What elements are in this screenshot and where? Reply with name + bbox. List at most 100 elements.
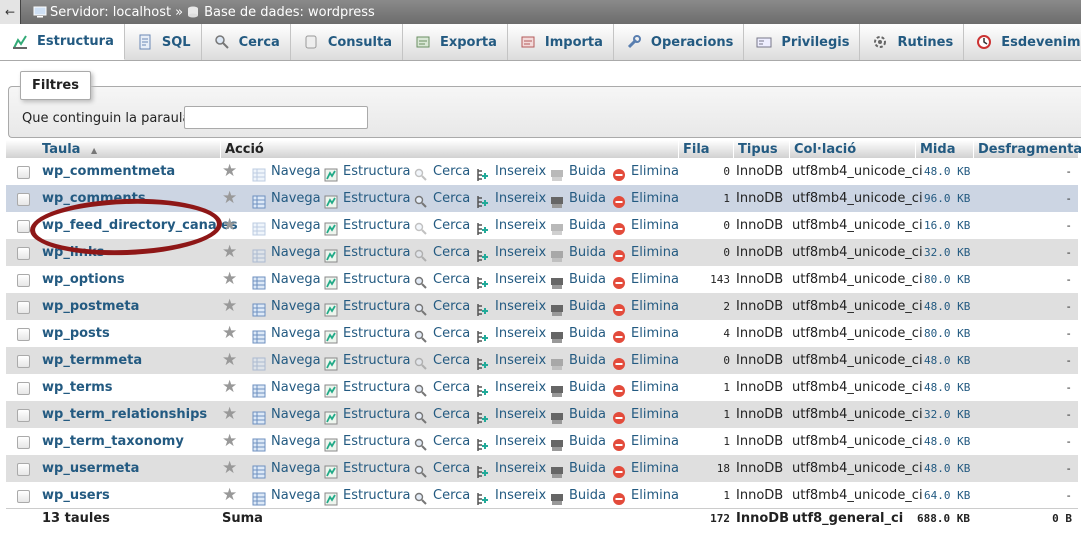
table-size[interactable]: 80.0 KB <box>924 266 970 293</box>
row-checkbox[interactable] <box>17 490 30 503</box>
row-checkbox[interactable] <box>17 355 30 368</box>
tab-exporta[interactable]: Exporta <box>403 24 508 60</box>
action-browse-link[interactable]: Navega <box>252 293 321 320</box>
table-size[interactable]: 48.0 KB <box>924 428 970 455</box>
collation[interactable]: utf8mb4_unicode_ci <box>792 158 923 185</box>
action-structure-link[interactable]: Estructura <box>324 374 410 401</box>
action-insert-link[interactable]: Insereix <box>476 293 546 320</box>
action-search-link[interactable]: Cerca <box>414 428 470 455</box>
tab-importa[interactable]: Importa <box>508 24 614 60</box>
favorite-star-icon[interactable]: ★ <box>222 320 237 347</box>
action-empty-link[interactable]: Buida <box>550 455 606 482</box>
collation[interactable]: utf8mb4_unicode_ci <box>792 293 923 320</box>
table-size[interactable]: 48.0 KB <box>924 158 970 185</box>
table-row[interactable]: wp_termmeta ★ Navega Estructura Cerca Inserei… <box>6 347 1078 374</box>
collation[interactable]: utf8mb4_unicode_ci <box>792 428 923 455</box>
action-structure-link[interactable]: Estructura <box>324 293 410 320</box>
table-row[interactable]: wp_term_relationships ★ Navega Estructura Ce… <box>6 401 1078 428</box>
action-empty-link[interactable]: Buida <box>550 347 606 374</box>
table-name-link[interactable]: wp_terms <box>42 374 113 401</box>
breadcrumb-database[interactable]: Base de dades: wordpress <box>204 5 375 20</box>
tab-sql[interactable]: SQL <box>125 24 202 60</box>
favorite-star-icon[interactable]: ★ <box>222 185 237 212</box>
action-structure-link[interactable]: Estructura <box>324 212 410 239</box>
action-structure-link[interactable]: Estructura <box>324 455 410 482</box>
action-structure-link[interactable]: Estructura <box>324 185 410 212</box>
collation[interactable]: utf8mb4_unicode_ci <box>792 185 923 212</box>
column-header-table[interactable]: Taula ▲ <box>38 140 220 160</box>
action-insert-link[interactable]: Insereix <box>476 455 546 482</box>
action-insert-link[interactable]: Insereix <box>476 374 546 401</box>
action-browse-link[interactable]: Navega <box>252 482 321 509</box>
action-drop-link[interactable]: Elimina <box>612 239 679 266</box>
column-header-type[interactable]: Tipus <box>733 140 789 160</box>
table-name-link[interactable]: wp_postmeta <box>42 293 139 320</box>
table-name-link[interactable]: wp_usermeta <box>42 455 139 482</box>
action-insert-link[interactable]: Insereix <box>476 266 546 293</box>
action-browse-link[interactable]: Navega <box>252 455 321 482</box>
action-drop-link[interactable]: Elimina <box>612 374 679 401</box>
table-size[interactable]: 32.0 KB <box>924 239 970 266</box>
table-row[interactable]: wp_postmeta ★ Navega Estructura Cerca Inserei… <box>6 293 1078 320</box>
action-structure-link[interactable]: Estructura <box>324 266 410 293</box>
action-empty-link[interactable]: Buida <box>550 401 606 428</box>
action-structure-link[interactable]: Estructura <box>324 401 410 428</box>
collation[interactable]: utf8mb4_unicode_ci <box>792 374 923 401</box>
filter-input[interactable] <box>184 106 368 129</box>
action-browse-link[interactable]: Navega <box>252 320 321 347</box>
column-header-collation[interactable]: Col·lació <box>789 140 915 160</box>
collation[interactable]: utf8mb4_unicode_ci <box>792 212 923 239</box>
collation[interactable]: utf8mb4_unicode_ci <box>792 320 923 347</box>
action-empty-link[interactable]: Buida <box>550 185 606 212</box>
favorite-star-icon[interactable]: ★ <box>222 428 237 455</box>
row-checkbox[interactable] <box>17 301 30 314</box>
action-search-link[interactable]: Cerca <box>414 185 470 212</box>
action-insert-link[interactable]: Insereix <box>476 347 546 374</box>
table-row[interactable]: wp_options ★ Navega Estructura Cerca Insereix… <box>6 266 1078 293</box>
action-drop-link[interactable]: Elimina <box>612 455 679 482</box>
action-empty-link[interactable]: Buida <box>550 320 606 347</box>
favorite-star-icon[interactable]: ★ <box>222 347 237 374</box>
table-size[interactable]: 48.0 KB <box>924 293 970 320</box>
action-browse-link[interactable]: Navega <box>252 374 321 401</box>
action-browse-link[interactable]: Navega <box>252 158 321 185</box>
action-empty-link[interactable]: Buida <box>550 212 606 239</box>
table-name-link[interactable]: wp_options <box>42 266 125 293</box>
favorite-star-icon[interactable]: ★ <box>222 401 237 428</box>
action-drop-link[interactable]: Elimina <box>612 185 679 212</box>
collation[interactable]: utf8mb4_unicode_ci <box>792 482 923 509</box>
action-search-link[interactable]: Cerca <box>414 482 470 509</box>
action-insert-link[interactable]: Insereix <box>476 482 546 509</box>
action-structure-link[interactable]: Estructura <box>324 428 410 455</box>
action-empty-link[interactable]: Buida <box>550 374 606 401</box>
action-empty-link[interactable]: Buida <box>550 239 606 266</box>
table-size[interactable]: 32.0 KB <box>924 401 970 428</box>
action-search-link[interactable]: Cerca <box>414 401 470 428</box>
table-size[interactable]: 48.0 KB <box>924 374 970 401</box>
action-insert-link[interactable]: Insereix <box>476 158 546 185</box>
action-structure-link[interactable]: Estructura <box>324 482 410 509</box>
row-checkbox[interactable] <box>17 436 30 449</box>
action-structure-link[interactable]: Estructura <box>324 158 410 185</box>
favorite-star-icon[interactable]: ★ <box>222 455 237 482</box>
collation[interactable]: utf8mb4_unicode_ci <box>792 455 923 482</box>
table-name-link[interactable]: wp_posts <box>42 320 110 347</box>
table-row[interactable]: wp_usermeta ★ Navega Estructura Cerca Inserei… <box>6 455 1078 482</box>
favorite-star-icon[interactable]: ★ <box>222 239 237 266</box>
table-name-link[interactable]: wp_termmeta <box>42 347 142 374</box>
favorite-star-icon[interactable]: ★ <box>222 266 237 293</box>
action-drop-link[interactable]: Elimina <box>612 212 679 239</box>
action-empty-link[interactable]: Buida <box>550 482 606 509</box>
action-browse-link[interactable]: Navega <box>252 212 321 239</box>
table-name-link[interactable]: wp_term_taxonomy <box>42 428 184 455</box>
action-empty-link[interactable]: Buida <box>550 158 606 185</box>
back-arrow-icon[interactable]: ← <box>0 0 21 24</box>
action-empty-link[interactable]: Buida <box>550 293 606 320</box>
column-header-size[interactable]: Mida <box>915 140 973 160</box>
table-row[interactable]: wp_posts ★ Navega Estructura Cerca Insereix Bu… <box>6 320 1078 347</box>
action-insert-link[interactable]: Insereix <box>476 401 546 428</box>
action-search-link[interactable]: Cerca <box>414 212 470 239</box>
action-insert-link[interactable]: Insereix <box>476 320 546 347</box>
action-empty-link[interactable]: Buida <box>550 266 606 293</box>
table-row[interactable]: wp_terms ★ Navega Estructura Cerca Insereix Bu… <box>6 374 1078 401</box>
